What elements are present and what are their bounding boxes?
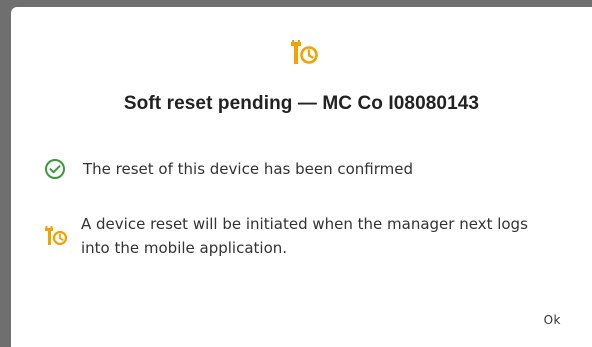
check-circle-icon xyxy=(44,158,66,180)
wrench-clock-icon xyxy=(44,225,68,247)
message-text: The reset of this device has been confir… xyxy=(83,160,414,178)
soft-reset-dialog: Soft reset pending — MC Co I08080143 The… xyxy=(11,7,592,347)
message-text: A device reset will be initiated when th… xyxy=(81,215,528,257)
message-pending: A device reset will be initiated when th… xyxy=(44,212,561,260)
wrench-clock-icon xyxy=(289,40,319,66)
dialog-title: Soft reset pending — MC Co I08080143 xyxy=(123,93,480,114)
ok-button[interactable]: Ok xyxy=(542,309,563,331)
message-confirmed: The reset of this device has been confir… xyxy=(44,157,563,181)
